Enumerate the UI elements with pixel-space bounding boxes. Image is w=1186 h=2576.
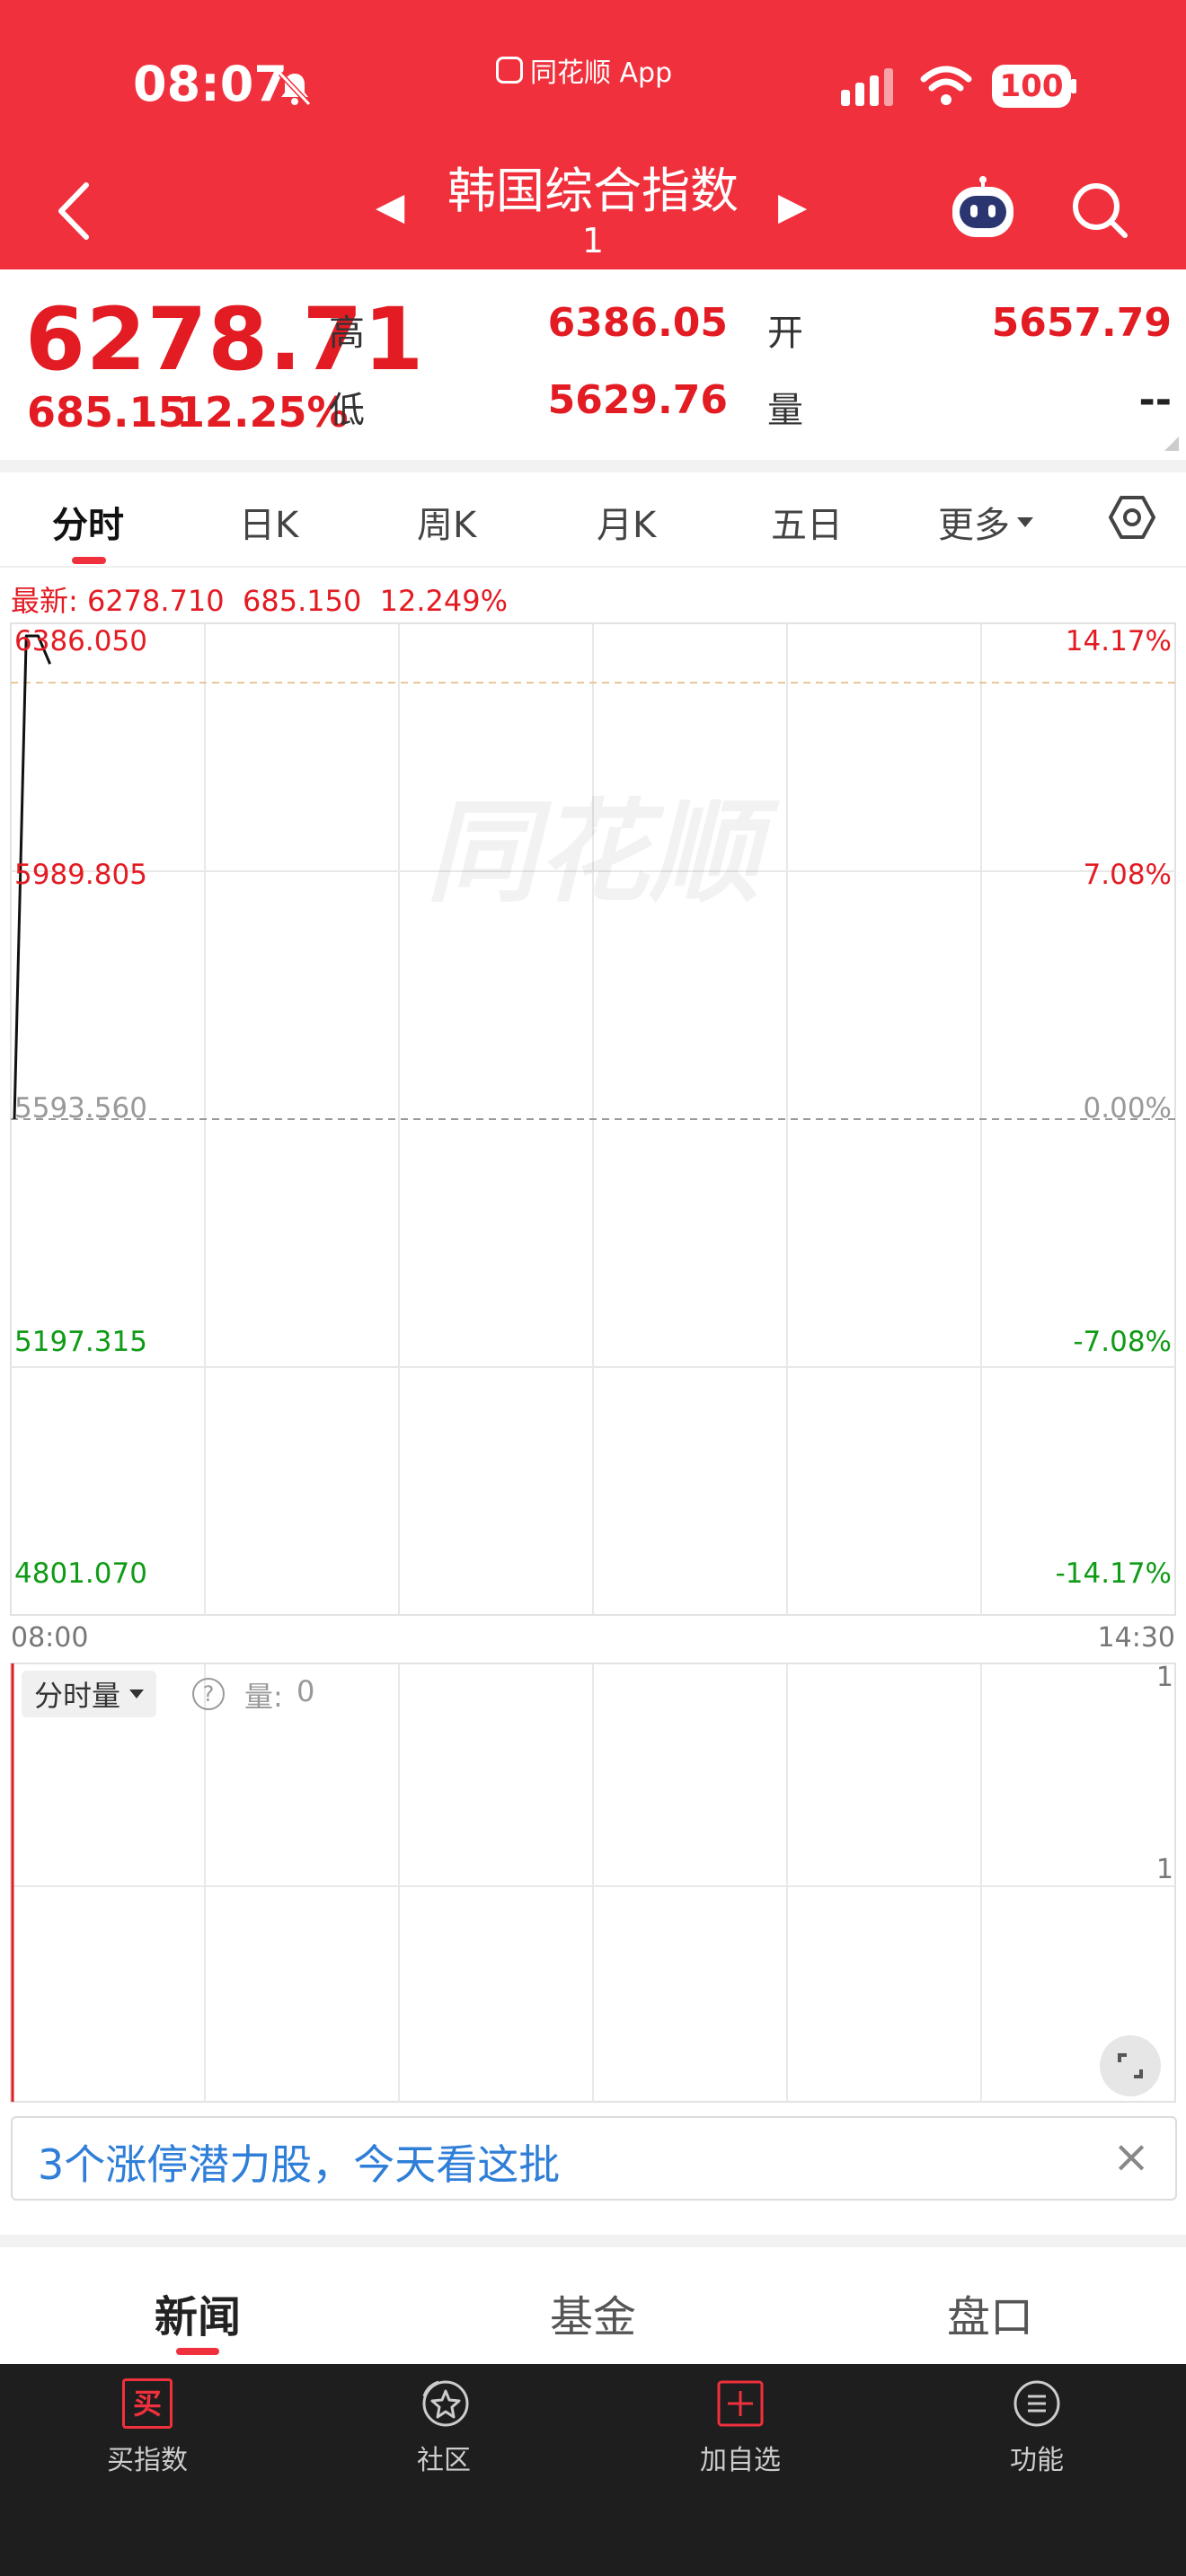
- tab-more[interactable]: 更多: [938, 496, 1033, 548]
- expand-icon: [1118, 2053, 1143, 2078]
- fullscreen-button[interactable]: [1100, 2035, 1161, 2096]
- latest-quote-line: 最新: 6278.710 685.150 12.249%: [11, 584, 509, 618]
- tab-weekly-k[interactable]: 周K: [417, 496, 476, 548]
- robot-assistant-icon[interactable]: [949, 176, 1017, 241]
- search-icon[interactable]: [1071, 181, 1130, 241]
- tab-funds[interactable]: 基金: [550, 2281, 636, 2344]
- axis-right-base: 0.00%: [1083, 1092, 1172, 1125]
- open-label: 开: [767, 313, 803, 354]
- promo-text: 3个涨停潜力股，今天看这批: [38, 2140, 561, 2189]
- low-value: 5629.76: [547, 377, 728, 423]
- mute-bell-icon: [278, 71, 312, 107]
- tab-intraday[interactable]: 分时: [52, 496, 124, 548]
- tab-news[interactable]: 新闻: [155, 2281, 241, 2344]
- promo-banner[interactable]: 3个涨停潜力股，今天看这批 ×: [11, 2116, 1177, 2201]
- axis-left-base: 5593.560: [14, 1092, 147, 1125]
- open-value: 5657.79: [991, 300, 1172, 346]
- volume-axis-mid: 1: [1155, 1854, 1173, 1885]
- watermark: 同花顺: [426, 789, 780, 918]
- tab-daily-k[interactable]: 日K: [239, 496, 298, 548]
- change-amount: 685.15: [27, 388, 187, 437]
- axis-right-max: 14.17%: [1065, 625, 1172, 657]
- header: 08:07 同花顺 App 100 ◀ 韩国综合指数 1 ▶: [0, 0, 1186, 269]
- volume-readout-label: 量:: [244, 1680, 283, 1714]
- volume-value: --: [1138, 377, 1172, 423]
- divider: [0, 460, 1186, 472]
- buy-icon: 买: [122, 2378, 173, 2429]
- axis-left-max: 6386.050: [14, 625, 147, 657]
- tab-active-underline: [72, 557, 106, 564]
- volume-selector[interactable]: 分时量: [22, 1671, 157, 1717]
- app-root: 08:07 同花顺 App 100 ◀ 韩国综合指数 1 ▶ 6278.71 6…: [0, 0, 1186, 2576]
- next-index-arrow[interactable]: ▶: [778, 184, 807, 228]
- status-app-label: 同花顺 App: [496, 50, 672, 90]
- add-icon: [717, 2380, 764, 2427]
- tab-order-book[interactable]: 盘口: [947, 2281, 1033, 2344]
- caret-down-icon: [129, 1689, 145, 1698]
- high-value: 6386.05: [547, 300, 728, 346]
- axis-left-upper: 5989.805: [14, 859, 147, 891]
- settings-icon[interactable]: [1109, 494, 1155, 541]
- volume-axis-top: 1: [1155, 1662, 1173, 1693]
- volume-chart: [10, 1663, 1176, 2103]
- axis-left-lower: 5197.315: [14, 1326, 147, 1358]
- caret-down-icon: [1017, 516, 1033, 527]
- volume-readout-value: 0: [296, 1674, 315, 1708]
- change-percent: 12.25%: [176, 388, 349, 437]
- low-label: 低: [329, 390, 365, 431]
- tab-divider: [0, 566, 1186, 568]
- community-star-icon: [422, 2380, 469, 2427]
- app-logo-icon: [496, 57, 523, 84]
- volume-grid: [10, 1663, 1176, 2103]
- axis-right-upper: 7.08%: [1083, 859, 1172, 891]
- high-label: 高: [329, 313, 365, 354]
- axis-right-min: -14.17%: [1055, 1557, 1172, 1590]
- tab-five-day[interactable]: 五日: [771, 496, 843, 548]
- functions-button[interactable]: 功能: [947, 2378, 1127, 2477]
- status-time: 08:07: [133, 56, 288, 112]
- add-watchlist-button[interactable]: 加自选: [651, 2378, 830, 2477]
- community-button[interactable]: 社区: [354, 2378, 534, 2477]
- time-end: 14:30: [1097, 1622, 1175, 1654]
- buy-index-button[interactable]: 买 买指数: [58, 2378, 237, 2477]
- price-chart[interactable]: 同花顺: [0, 622, 1186, 1620]
- chart-grid: [10, 622, 1176, 1616]
- divider: [0, 2235, 1186, 2247]
- signal-icon: [841, 68, 893, 106]
- help-icon[interactable]: ?: [192, 1678, 225, 1710]
- tab-monthly-k[interactable]: 月K: [597, 496, 656, 548]
- news-tab-underline: [176, 2348, 219, 2355]
- axis-left-min: 4801.070: [14, 1557, 147, 1590]
- wifi-icon: [920, 66, 972, 105]
- close-icon[interactable]: ×: [1112, 2130, 1150, 2183]
- time-start: 08:00: [11, 1622, 89, 1654]
- volume-label: 量: [767, 390, 803, 431]
- battery-icon: 100: [992, 65, 1071, 108]
- axis-right-lower: -7.08%: [1073, 1326, 1172, 1358]
- menu-icon: [1013, 2380, 1060, 2427]
- battery-tip: [1071, 79, 1076, 93]
- corner-indicator: [1164, 437, 1179, 451]
